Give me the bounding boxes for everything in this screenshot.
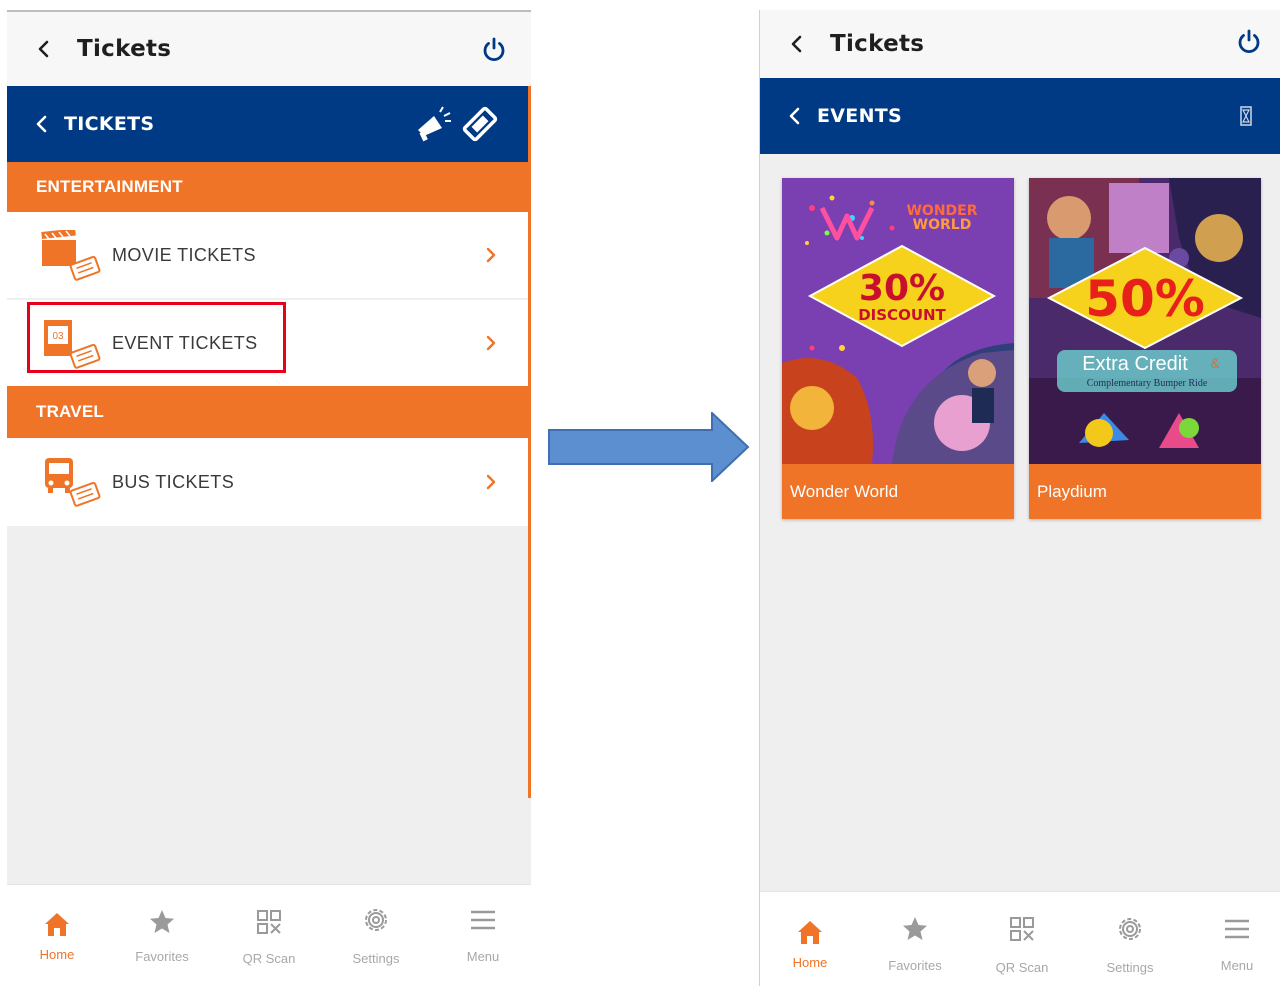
offer-percent-text: 30%: [859, 268, 945, 309]
tickets-screen: Tickets TICKETS ENTERTAINMENT MOVIE TICK…: [7, 10, 531, 986]
home-icon: [798, 921, 822, 944]
tickets-subheader: TICKETS: [7, 86, 531, 162]
hamburger-menu-icon: [1225, 919, 1249, 939]
gear-icon: [1119, 918, 1141, 940]
nav-home[interactable]: Home: [760, 892, 860, 986]
nav-favorites[interactable]: Favorites: [865, 892, 965, 986]
events-screen: Tickets EVENTS WONDER WORLD 30% DISCOUNT…: [759, 10, 1280, 986]
nav-label: Favorites: [888, 958, 942, 973]
bottom-nav: Home Favorites QR Scan Settings Menu: [7, 884, 531, 986]
chevron-right-icon: [486, 335, 496, 351]
nav-label: Home: [792, 955, 828, 970]
ticket-icon[interactable]: [459, 104, 501, 144]
nav-label: Settings: [352, 951, 400, 966]
page-title: Tickets: [830, 31, 925, 57]
event-tickets-highlight-box: [27, 302, 286, 373]
events-subheader: EVENTS: [760, 78, 1280, 154]
list-item-movie-tickets[interactable]: MOVIE TICKETS: [7, 212, 528, 298]
nav-label: Home: [39, 947, 75, 962]
subheader-title: TICKETS: [64, 113, 155, 135]
chevron-right-icon: [486, 474, 496, 490]
power-icon[interactable]: [1234, 26, 1264, 56]
section-entertainment: ENTERTAINMENT: [7, 162, 528, 212]
offer-line2-text: Complementary Bumper Ride: [1087, 378, 1208, 389]
nav-qr-scan[interactable]: QR Scan: [972, 892, 1072, 986]
nav-label: Favorites: [135, 949, 189, 964]
brand-text: WORLD: [913, 217, 972, 233]
qr-code-icon: [257, 910, 281, 934]
nav-label: Menu: [466, 949, 500, 964]
nav-label: Menu: [1220, 958, 1254, 973]
scrollbar[interactable]: [528, 86, 531, 798]
nav-settings[interactable]: Settings: [1080, 892, 1180, 986]
playdium-poster: 50% Extra Credit & Complementary Bumper …: [1029, 178, 1261, 464]
section-label: TRAVEL: [36, 402, 104, 421]
section-label: ENTERTAINMENT: [36, 177, 183, 196]
list-item-bus-tickets[interactable]: BUS TICKETS: [7, 438, 528, 526]
offer-percent-text: 50%: [1085, 270, 1205, 328]
item-label: BUS TICKETS: [112, 471, 235, 492]
event-card-wonder-world[interactable]: WONDER WORLD 30% DISCOUNT Wonder World: [782, 178, 1014, 519]
offer-amp-text: &: [1210, 355, 1220, 371]
nav-menu[interactable]: Menu: [1187, 892, 1280, 986]
megaphone-icon[interactable]: [412, 104, 454, 144]
app-header: Tickets: [760, 10, 1280, 78]
bottom-nav: Home Favorites QR Scan Settings Menu: [760, 891, 1280, 986]
qr-code-icon: [1010, 917, 1034, 941]
item-label: MOVIE TICKETS: [112, 244, 256, 265]
app-header: Tickets: [7, 12, 531, 86]
hamburger-menu-icon: [471, 910, 495, 930]
event-name: Playdium: [1029, 464, 1261, 519]
nav-menu[interactable]: Menu: [433, 885, 531, 986]
star-icon: [150, 910, 174, 933]
star-icon: [903, 917, 927, 940]
nav-home[interactable]: Home: [7, 885, 107, 986]
nav-label: QR Scan: [242, 951, 296, 966]
offer-line1-text: Extra Credit: [1082, 353, 1188, 375]
chevron-right-icon: [486, 247, 496, 263]
power-icon[interactable]: [479, 34, 509, 64]
nav-settings[interactable]: Settings: [326, 885, 426, 986]
subheader-title: EVENTS: [817, 105, 903, 127]
back-arrow-icon[interactable]: [35, 40, 53, 58]
comparison-canvas: Tickets TICKETS ENTERTAINMENT MOVIE TICK…: [0, 0, 1280, 986]
back-arrow-icon[interactable]: [788, 35, 806, 53]
bus-ticket-icon: [45, 458, 101, 507]
back-arrow-icon[interactable]: [787, 107, 803, 125]
wonder-world-poster: WONDER WORLD 30% DISCOUNT: [782, 178, 1014, 464]
nav-qr-scan[interactable]: QR Scan: [219, 885, 319, 986]
back-arrow-icon[interactable]: [34, 115, 50, 133]
nav-label: QR Scan: [995, 960, 1049, 975]
transition-arrow: [548, 412, 750, 482]
nav-favorites[interactable]: Favorites: [112, 885, 212, 986]
home-icon: [45, 913, 69, 936]
hourglass-icon: [1240, 106, 1252, 126]
gear-icon: [365, 909, 387, 931]
offer-label-text: DISCOUNT: [858, 306, 946, 324]
movie-ticket-icon: [41, 230, 101, 281]
event-name: Wonder World: [782, 464, 1014, 519]
section-travel: TRAVEL: [7, 386, 528, 438]
page-title: Tickets: [77, 36, 172, 62]
event-card-playdium[interactable]: 50% Extra Credit & Complementary Bumper …: [1029, 178, 1261, 519]
nav-label: Settings: [1106, 960, 1154, 975]
